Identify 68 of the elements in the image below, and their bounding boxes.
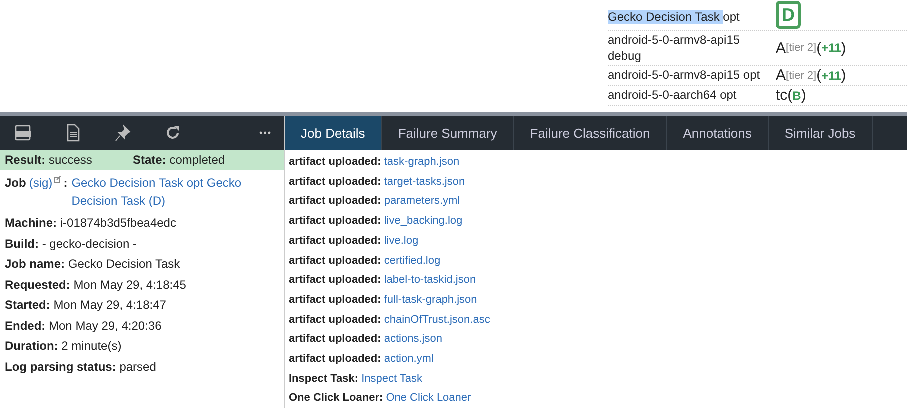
- detail-link[interactable]: chainOfTrust.json.asc: [384, 314, 490, 326]
- state-text: State: completed: [133, 153, 226, 167]
- detail-link[interactable]: task-graph.json: [384, 156, 460, 168]
- job-group-symbol: A: [776, 40, 786, 56]
- detail-link[interactable]: action.yml: [384, 353, 434, 366]
- external-link-icon: [54, 176, 61, 183]
- panel-tab[interactable]: Failure Summary: [382, 116, 514, 150]
- job-count[interactable]: +11: [822, 41, 842, 55]
- tier-label: [tier 2]: [786, 42, 817, 54]
- panel-tab[interactable]: Annotations: [667, 116, 769, 150]
- pin-icon: [114, 124, 132, 142]
- close-paren: ): [841, 67, 846, 84]
- open-paren: (: [816, 67, 822, 84]
- job-label: Job: [5, 175, 26, 192]
- job-group-symbol: A: [776, 67, 786, 84]
- job-group-symbol: tc: [776, 87, 788, 104]
- detail-label: artifact uploaded:: [289, 294, 382, 306]
- detail-link[interactable]: live.log: [384, 234, 419, 247]
- detail-label: artifact uploaded:: [289, 254, 382, 267]
- job-link[interactable]: Gecko Decision Task opt Gecko Decision Task (D): [72, 174, 279, 210]
- detail-label: One Click Loaner:: [289, 392, 384, 404]
- log-icon: [14, 124, 32, 142]
- job-field: Started: Mon May 29, 4:18:47: [5, 295, 279, 316]
- detail-label: artifact uploaded:: [289, 176, 382, 188]
- detail-link[interactable]: target-tasks.json: [384, 176, 466, 188]
- signature-link[interactable]: (sig): [29, 174, 53, 192]
- open-paren: (: [816, 40, 822, 56]
- detail-label: artifact uploaded:: [289, 195, 382, 208]
- platform-name: Gecko Decision Task opt: [608, 9, 741, 26]
- detail-link[interactable]: label-to-taskid.json: [384, 274, 476, 286]
- detail-link[interactable]: certified.log: [384, 254, 441, 267]
- open-paren: (: [788, 87, 793, 104]
- close-paren: ): [841, 40, 846, 56]
- job-count[interactable]: B: [792, 88, 802, 102]
- refresh-icon: [164, 124, 182, 142]
- job-field: Machine: i-01874b3d5fbea4edc: [5, 213, 279, 234]
- detail-link[interactable]: One Click Loaner: [386, 392, 472, 404]
- job-field: Build: - gecko-decision -: [5, 234, 279, 254]
- job-count[interactable]: +11: [822, 68, 842, 82]
- detail-label: artifact uploaded:: [289, 274, 382, 286]
- detail-link[interactable]: parameters.yml: [384, 195, 460, 208]
- detail-label: artifact uploaded:: [289, 333, 382, 346]
- detail-label: artifact uploaded:: [289, 314, 382, 326]
- result-text: Result: success: [5, 153, 94, 167]
- job-field: Ended: Mon May 29, 4:20:36: [5, 316, 279, 336]
- detail-label: Inspect Task:: [289, 372, 358, 385]
- detail-label: artifact uploaded:: [289, 215, 382, 228]
- tier-label: [tier 2]: [786, 70, 817, 82]
- platform-name: android-5-0-armv8-api15 opt: [608, 67, 762, 84]
- job-field: Job name: Gecko Decision Task: [5, 254, 279, 274]
- panel-tab[interactable]: Job Details: [285, 116, 382, 150]
- platform-name: android-5-0-aarch64 opt: [608, 87, 738, 104]
- selected-job-symbol[interactable]: D: [776, 1, 801, 29]
- panel-tab[interactable]: Similar Jobs: [768, 116, 873, 150]
- more-button[interactable]: •••: [260, 128, 272, 138]
- job-field: Log parsing status: parsed: [5, 356, 279, 377]
- detail-label: artifact uploaded:: [289, 156, 382, 168]
- detail-label: artifact uploaded:: [289, 234, 382, 247]
- detail-label: artifact uploaded:: [289, 353, 382, 366]
- panel-tab[interactable]: Failure Classification: [514, 116, 668, 150]
- close-paren: ): [801, 87, 806, 104]
- detail-link[interactable]: live_backing.log: [384, 215, 463, 228]
- job-field: Duration: 2 minute(s): [5, 336, 279, 356]
- detail-link[interactable]: full-task-graph.json: [384, 294, 478, 306]
- job-field: Requested: Mon May 29, 4:18:45: [5, 274, 279, 295]
- detail-link[interactable]: actions.json: [384, 333, 442, 346]
- colon: :: [64, 175, 68, 192]
- detail-link[interactable]: Inspect Task: [362, 372, 423, 385]
